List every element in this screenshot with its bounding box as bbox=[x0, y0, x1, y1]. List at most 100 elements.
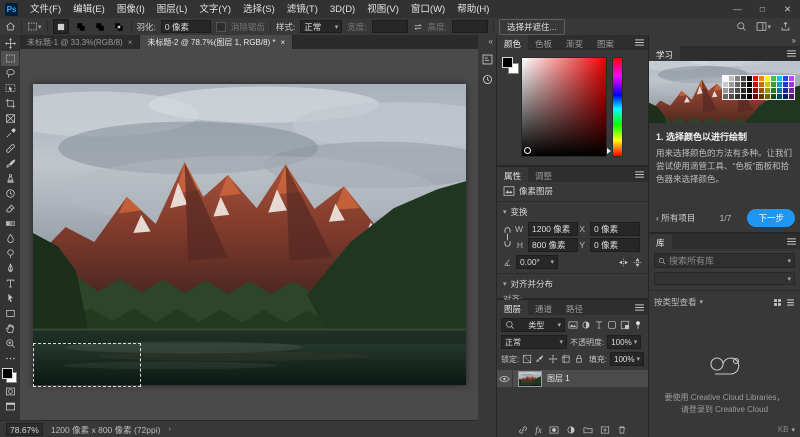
blend-mode-select[interactable]: 正常▾ bbox=[501, 335, 567, 349]
grid-view-icon[interactable] bbox=[773, 298, 782, 307]
panel-tab[interactable]: 图层 bbox=[497, 300, 528, 315]
all-items-link[interactable]: 所有项目 bbox=[661, 212, 695, 224]
panel-tab-learn[interactable]: 学习 bbox=[649, 46, 680, 61]
status-chevron-icon[interactable]: › bbox=[168, 426, 170, 433]
align-section-header[interactable]: ▾对齐并分布 bbox=[497, 274, 648, 290]
constrain-proportions-icon[interactable] bbox=[503, 226, 512, 248]
share-icon[interactable] bbox=[780, 21, 791, 32]
panel-menu-icon[interactable] bbox=[635, 300, 648, 315]
layer-name[interactable]: 图层 1 bbox=[547, 373, 570, 384]
layer-filter-select[interactable]: 类型▾ bbox=[501, 318, 565, 332]
back-chevron-icon[interactable]: ‹ bbox=[656, 213, 659, 223]
menu-item[interactable]: 滤镜(T) bbox=[281, 1, 324, 18]
lasso-tool[interactable] bbox=[1, 66, 19, 81]
height-input[interactable] bbox=[452, 20, 488, 33]
new-adjustment-layer-icon[interactable] bbox=[566, 425, 576, 435]
lock-transparency-icon[interactable] bbox=[522, 354, 532, 364]
document-tab-untitled-2[interactable]: 未标题-2 @ 78.7%(图层 1, RGB/8) *× bbox=[140, 35, 293, 49]
filter-shape-layers-icon[interactable] bbox=[607, 320, 617, 330]
menu-item[interactable]: 文件(F) bbox=[24, 1, 67, 18]
link-layers-icon[interactable] bbox=[518, 425, 528, 435]
home-icon[interactable] bbox=[5, 21, 16, 32]
layer-visibility-eye-icon[interactable] bbox=[497, 370, 513, 387]
opacity-select[interactable]: 100%▾ bbox=[607, 335, 641, 349]
eraser-tool[interactable] bbox=[1, 201, 19, 216]
new-group-icon[interactable] bbox=[583, 425, 593, 435]
lock-all-icon[interactable] bbox=[574, 354, 584, 364]
panel-menu-icon[interactable] bbox=[635, 35, 648, 50]
collapse-panels-icon[interactable]: » bbox=[792, 36, 796, 45]
info-panel-icon[interactable] bbox=[481, 53, 494, 66]
panel-tab[interactable]: 颜色 bbox=[497, 35, 528, 50]
workspace-switcher-icon[interactable]: ▾ bbox=[756, 21, 771, 32]
select-and-mask-button[interactable]: 选择并遮住... bbox=[499, 19, 565, 35]
foreground-color-swatch[interactable] bbox=[502, 57, 513, 68]
crop-tool[interactable] bbox=[1, 96, 19, 111]
frame-tool[interactable] bbox=[1, 111, 19, 126]
menu-item[interactable]: 选择(S) bbox=[237, 1, 281, 18]
menu-item[interactable]: 编辑(E) bbox=[67, 1, 111, 18]
close-tab-icon[interactable]: × bbox=[128, 38, 133, 47]
panel-tab[interactable]: 属性 bbox=[497, 167, 528, 182]
add-to-selection-mode-icon[interactable] bbox=[74, 20, 88, 33]
menu-item[interactable]: 文字(Y) bbox=[193, 1, 237, 18]
spot-healing-brush-tool[interactable] bbox=[1, 141, 19, 156]
minimize-button[interactable]: — bbox=[725, 1, 750, 18]
color-cursor[interactable] bbox=[524, 147, 531, 154]
gradient-tool[interactable] bbox=[1, 216, 19, 231]
panel-menu-icon[interactable] bbox=[635, 167, 648, 182]
swap-width-height-icon[interactable] bbox=[413, 22, 423, 32]
style-select[interactable]: 正常▾ bbox=[300, 20, 342, 33]
hue-slider-marker[interactable] bbox=[607, 148, 611, 154]
menu-item[interactable]: 窗口(W) bbox=[405, 1, 451, 18]
width-input[interactable] bbox=[372, 20, 408, 33]
flip-horizontal-icon[interactable] bbox=[618, 258, 629, 267]
canvas-area[interactable] bbox=[20, 49, 478, 420]
document-tab-untitled-1[interactable]: 未标题-1 @ 33.3%(RGB/8)× bbox=[20, 35, 140, 49]
menu-item[interactable]: 帮助(H) bbox=[451, 1, 495, 18]
library-select[interactable]: ▾ bbox=[654, 272, 795, 285]
feather-input[interactable]: 0 像素 bbox=[161, 20, 211, 33]
delete-layer-icon[interactable] bbox=[617, 425, 627, 435]
rectangular-marquee-tool[interactable] bbox=[1, 51, 19, 66]
maximize-button[interactable]: □ bbox=[750, 1, 775, 18]
rectangle-tool[interactable] bbox=[1, 306, 19, 321]
zoom-tool[interactable] bbox=[1, 336, 19, 351]
fill-select[interactable]: 100%▾ bbox=[610, 352, 644, 366]
panel-tab-libraries[interactable]: 库 bbox=[649, 234, 672, 249]
edit-toolbar-icon[interactable] bbox=[1, 351, 19, 366]
close-button[interactable]: ✕ bbox=[775, 1, 800, 18]
flip-vertical-icon[interactable] bbox=[633, 257, 642, 268]
new-layer-icon[interactable] bbox=[600, 425, 610, 435]
lock-position-icon[interactable] bbox=[548, 354, 558, 364]
pen-tool[interactable] bbox=[1, 261, 19, 276]
panel-tab[interactable]: 色板 bbox=[528, 35, 559, 50]
antialias-checkbox[interactable] bbox=[216, 22, 226, 32]
brush-tool[interactable] bbox=[1, 156, 19, 171]
foreground-background-color-swatches[interactable] bbox=[2, 368, 18, 384]
filter-pixel-layers-icon[interactable] bbox=[568, 320, 578, 330]
color-panel-swatches[interactable] bbox=[502, 57, 520, 75]
menu-item[interactable]: 3D(D) bbox=[324, 1, 361, 18]
list-view-icon[interactable] bbox=[786, 298, 795, 307]
chevron-down-icon[interactable]: ▾ bbox=[791, 426, 795, 434]
foreground-color-swatch[interactable] bbox=[2, 368, 13, 379]
lock-pixels-icon[interactable] bbox=[535, 354, 545, 364]
filter-adjustment-layers-icon[interactable] bbox=[581, 320, 591, 330]
eyedropper-tool[interactable] bbox=[1, 126, 19, 141]
dodge-tool[interactable] bbox=[1, 246, 19, 261]
path-selection-tool[interactable] bbox=[1, 291, 19, 306]
close-tab-icon[interactable]: × bbox=[281, 38, 286, 47]
quick-mask-mode-icon[interactable] bbox=[1, 384, 19, 399]
subtract-from-selection-mode-icon[interactable] bbox=[93, 20, 107, 33]
panel-tab[interactable]: 通道 bbox=[528, 300, 559, 315]
transform-height-input[interactable]: 800 像素 bbox=[528, 238, 578, 252]
layer-thumbnail[interactable] bbox=[518, 371, 542, 387]
lock-artboard-icon[interactable] bbox=[561, 354, 571, 364]
transform-section-header[interactable]: ▾变换 bbox=[497, 202, 648, 218]
hand-tool[interactable] bbox=[1, 321, 19, 336]
search-icon[interactable] bbox=[736, 21, 747, 32]
layer-filter-toggle-icon[interactable] bbox=[633, 320, 643, 330]
transform-x-input[interactable]: 0 像素 bbox=[590, 222, 640, 236]
panel-tab[interactable]: 路径 bbox=[559, 300, 590, 315]
